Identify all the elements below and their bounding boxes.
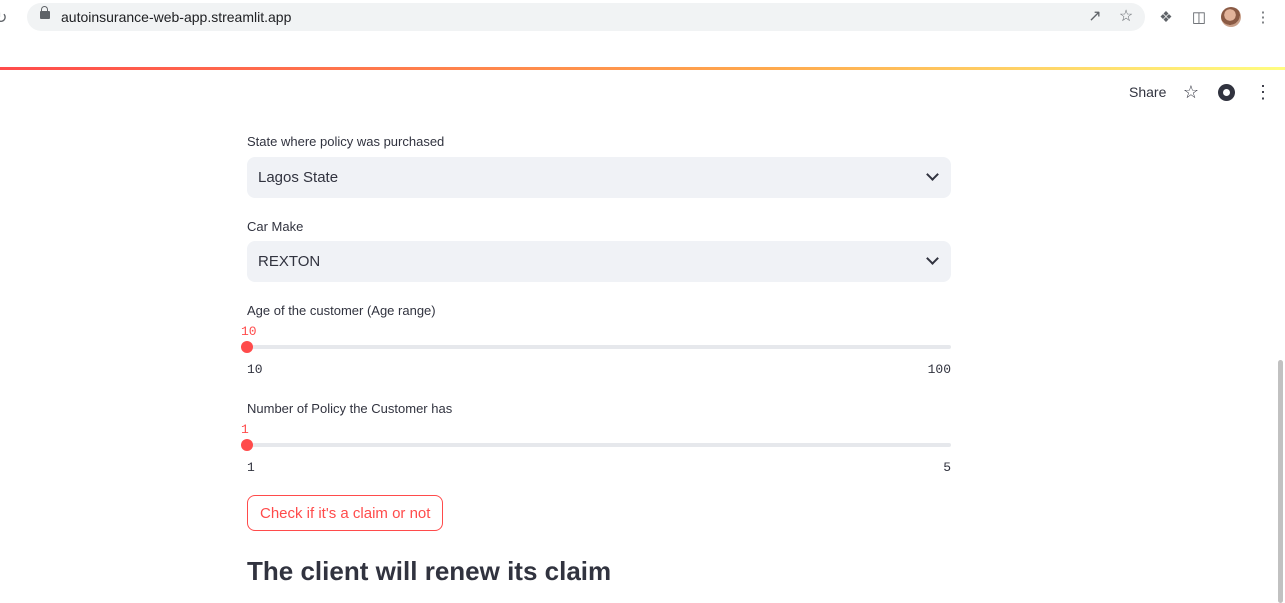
policies-label: Number of Policy the Customer has [247, 401, 453, 416]
state-select-value: Lagos State [258, 169, 339, 186]
address-bar[interactable]: autoinsurance-web-app.streamlit.app ↗ ☆ [27, 3, 1145, 31]
age-slider-max: 100 [927, 362, 951, 377]
age-slider-value: 10 [241, 324, 257, 339]
state-label: State where policy was purchased [247, 134, 445, 149]
bookmark-star-icon[interactable]: ☆ [1116, 7, 1136, 27]
url-text[interactable]: autoinsurance-web-app.streamlit.app [61, 3, 291, 31]
policies-slider-min: 1 [247, 460, 255, 475]
app-header-decoration [0, 67, 1285, 70]
lock-icon[interactable] [40, 6, 50, 19]
policies-slider-track[interactable] [247, 443, 951, 447]
side-panel-icon[interactable]: ◫ [1189, 8, 1209, 28]
policies-slider-max: 5 [943, 460, 951, 475]
check-claim-button[interactable]: Check if it's a claim or not [247, 495, 444, 531]
browser-toolbar: ↻ autoinsurance-web-app.streamlit.app ↗ … [0, 0, 1285, 38]
star-icon[interactable]: ☆ [1179, 80, 1203, 104]
chevron-down-icon [927, 254, 937, 264]
scrollbar[interactable] [1278, 360, 1283, 603]
chevron-down-icon [927, 170, 937, 180]
profile-avatar[interactable] [1221, 7, 1241, 27]
github-icon[interactable] [1218, 84, 1235, 101]
extensions-icon[interactable]: ❖ [1156, 8, 1176, 28]
car-make-select-value: REXTON [258, 253, 321, 270]
state-select[interactable]: Lagos State [247, 157, 951, 198]
age-slider-thumb[interactable] [241, 341, 253, 353]
reload-icon[interactable]: ↻ [0, 9, 14, 29]
car-make-select[interactable]: REXTON [247, 241, 951, 282]
car-make-label: Car Make [247, 219, 304, 234]
share-page-icon[interactable]: ↗ [1085, 7, 1105, 27]
age-label: Age of the customer (Age range) [247, 303, 436, 318]
result-heading: The client will renew its claim [247, 556, 612, 586]
policies-slider-value: 1 [241, 422, 249, 437]
menu-icon[interactable]: ⋮ [1253, 8, 1273, 28]
age-slider-track[interactable] [247, 345, 951, 349]
age-slider-min: 10 [247, 362, 263, 377]
share-button[interactable]: Share [1129, 80, 1166, 104]
main-menu-icon[interactable]: ⋮ [1251, 80, 1275, 104]
policies-slider-thumb[interactable] [241, 439, 253, 451]
